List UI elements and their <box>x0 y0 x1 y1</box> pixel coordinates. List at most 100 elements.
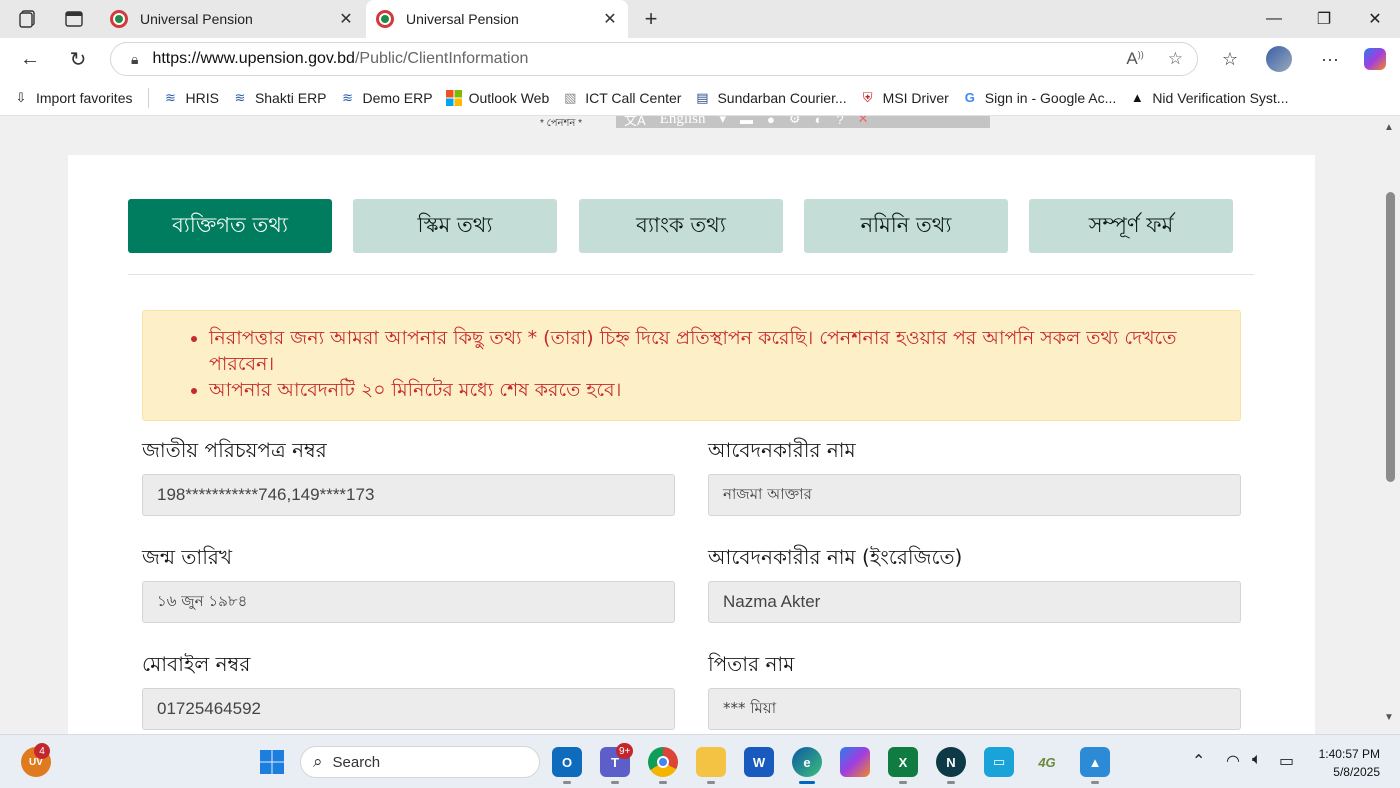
more-options-icon[interactable]: ··· <box>1317 46 1343 72</box>
workspaces-icon[interactable] <box>17 8 39 30</box>
tab-universal-pension-2[interactable]: Universal Pension ✕ <box>366 0 628 38</box>
dob-field[interactable]: ১৬ জুন ১৯৮৪ <box>142 581 675 623</box>
scroll-down-arrow-icon[interactable]: ▼ <box>1384 712 1394 723</box>
url-path: /Public/ClientInformation <box>354 50 529 67</box>
profile-avatar[interactable] <box>1266 46 1292 72</box>
fav-label: Nid Verification Syst... <box>1152 89 1289 106</box>
chrome-app-icon[interactable] <box>648 747 678 777</box>
translate-mouse-icon[interactable]: ● <box>767 116 775 127</box>
fav-import-favorites[interactable]: ⇩ Import favorites <box>12 89 133 107</box>
clock-date: 5/8/2025 <box>1333 765 1380 779</box>
fav-nid-verification[interactable]: ▲ Nid Verification Syst... <box>1128 89 1289 107</box>
translate-language[interactable]: English <box>660 116 706 128</box>
fav-label: Sundarban Courier... <box>717 89 847 106</box>
google-translate-bar[interactable]: 文A English ▾ ▬ ● ⚙ ◐ ? ✕ <box>616 116 990 128</box>
fav-label: Import favorites <box>36 89 133 106</box>
minimize-icon[interactable]: — <box>1261 6 1287 32</box>
microsoft-icon <box>445 89 463 107</box>
scroll-up-arrow-icon[interactable]: ▲ <box>1384 122 1394 133</box>
copilot-app-icon[interactable] <box>840 747 870 777</box>
excel-app-icon[interactable]: X <box>888 747 918 777</box>
fav-outlook-web[interactable]: Outlook Web <box>445 89 549 107</box>
step-complete-form[interactable]: সম্পূর্ণ ফর্ম <box>1029 199 1233 253</box>
address-bar[interactable]: 🔒︎ https://www.upension.gov.bd/Public/Cl… <box>110 42 1198 76</box>
system-clock[interactable]: 1:40:57 PM 5/8/2025 <box>1319 745 1380 781</box>
edge-app-icon[interactable]: e <box>792 747 822 777</box>
ict-icon: ▧ <box>564 89 577 105</box>
fav-label: Demo ERP <box>362 89 433 106</box>
tab-universal-pension-1[interactable]: Universal Pension ✕ <box>100 0 364 38</box>
applicant-name-label: আবেদনকারীর নাম <box>708 438 856 462</box>
fav-msi-driver[interactable]: ⛨ MSI Driver <box>859 89 949 107</box>
step-personal-info[interactable]: ব্যক্তিগত তথ্য <box>128 199 332 253</box>
step-scheme-info[interactable]: স্কিম তথ্য <box>353 199 557 253</box>
notification-badge: 4 <box>34 743 50 759</box>
translate-close-icon[interactable]: ✕ <box>858 116 869 127</box>
read-aloud-icon[interactable]: A)) <box>1126 49 1143 69</box>
applicant-name-english-label: আবেদনকারীর নাম (ইংরেজিতে) <box>708 545 963 569</box>
restore-icon[interactable]: ❐ <box>1311 6 1337 32</box>
dropdown-arrow-icon[interactable]: ▾ <box>720 116 727 127</box>
father-name-field[interactable]: *** মিয়া <box>708 688 1241 730</box>
page-scrollbar[interactable]: ▲ ▼ <box>1380 116 1400 734</box>
vertical-tabs-icon[interactable] <box>63 8 85 30</box>
back-arrow-icon[interactable]: ← <box>17 46 43 72</box>
windows-taskbar: UV 4 ⌕ Search O T 9+ W e X N ▭ 4G ▲ ⌃ ◠ … <box>0 734 1400 788</box>
applicant-name-field[interactable]: নাজমা আক্তার <box>708 474 1241 516</box>
file-explorer-icon[interactable] <box>696 747 726 777</box>
app-n-icon[interactable]: N <box>936 747 966 777</box>
courier-icon: ▤ <box>696 89 709 105</box>
battery-icon[interactable]: ▭ <box>1279 751 1294 771</box>
fav-label: MSI Driver <box>882 89 949 106</box>
fav-shakti-erp[interactable]: ≋ Shakti ERP <box>231 89 326 107</box>
close-window-icon[interactable]: ✕ <box>1362 6 1388 32</box>
volume-icon[interactable]: 🔈︎ <box>1252 751 1262 769</box>
translate-globe-icon[interactable]: ◐ <box>815 116 823 127</box>
favorite-star-icon[interactable]: ☆ <box>1168 49 1183 69</box>
translate-help-icon[interactable]: ? <box>836 116 843 127</box>
erp-icon: ≋ <box>234 89 246 105</box>
logo-tagline: * পেনশন * <box>540 118 583 129</box>
mobile-field[interactable]: 01725464592 <box>142 688 675 730</box>
security-notice: নিরাপত্তার জন্য আমরা আপনার কিছু তথ্য * (… <box>142 310 1241 421</box>
copilot-icon[interactable] <box>1362 46 1388 72</box>
translate-tool-icon[interactable]: ▬ <box>740 116 753 127</box>
father-name-label: পিতার নাম <box>708 652 795 676</box>
lock-icon[interactable]: 🔒︎ <box>131 51 138 68</box>
close-tab-icon[interactable]: ✕ <box>334 7 358 31</box>
fav-hris[interactable]: ≋ HRIS <box>161 89 219 107</box>
scrollbar-thumb[interactable] <box>1386 192 1395 482</box>
show-hidden-icons-chevron-icon[interactable]: ⌃ <box>1192 751 1205 771</box>
step-bank-info[interactable]: ব্যাংক তথ্য <box>579 199 783 253</box>
new-tab-plus-icon[interactable]: + <box>638 6 664 32</box>
photos-app-icon[interactable]: ▲ <box>1080 747 1110 777</box>
taskbar-search[interactable]: ⌕ Search <box>300 746 540 778</box>
msi-icon: ⛨ <box>862 89 873 105</box>
application-form-card: ব্যক্তিগত তথ্য স্কিম তথ্য ব্যাংক তথ্য নম… <box>68 155 1315 734</box>
remote-desktop-icon[interactable]: ▭ <box>984 747 1014 777</box>
4g-modem-icon[interactable]: 4G <box>1032 747 1062 777</box>
applicant-name-english-field[interactable]: Nazma Akter <box>708 581 1241 623</box>
import-icon: ⇩ <box>15 89 27 105</box>
favorites-list-icon[interactable]: ☆ <box>1217 46 1243 72</box>
close-tab-icon[interactable]: ✕ <box>598 7 622 31</box>
outlook-app-icon[interactable]: O <box>552 747 582 777</box>
word-app-icon[interactable]: W <box>744 747 774 777</box>
fav-sundarban-courier[interactable]: ▤ Sundarban Courier... <box>693 89 846 107</box>
running-indicator <box>659 781 667 784</box>
notice-item: আপনার আবেদনটি ২০ মিনিটের মধ্যে শেষ করতে … <box>209 377 1229 403</box>
fav-google-sign-in[interactable]: G Sign in - Google Ac... <box>961 89 1117 107</box>
translate-settings-icon[interactable]: ⚙ <box>789 116 801 127</box>
wifi-icon[interactable]: ◠ <box>1226 751 1240 771</box>
fav-ict-call-center[interactable]: ▧ ICT Call Center <box>561 89 681 107</box>
refresh-icon[interactable]: ↻ <box>65 46 91 72</box>
angular-icon: ▲ <box>1130 90 1144 105</box>
fav-demo-erp[interactable]: ≋ Demo ERP <box>339 89 433 107</box>
hris-icon: ≋ <box>165 89 176 105</box>
windows-start-icon[interactable] <box>257 747 287 777</box>
pension-favicon-icon <box>376 10 394 28</box>
google-icon: G <box>964 90 975 105</box>
fav-label: HRIS <box>185 89 219 106</box>
step-nominee-info[interactable]: নমিনি তথ্য <box>804 199 1008 253</box>
nid-field[interactable]: 198***********746,149****173 <box>142 474 675 516</box>
